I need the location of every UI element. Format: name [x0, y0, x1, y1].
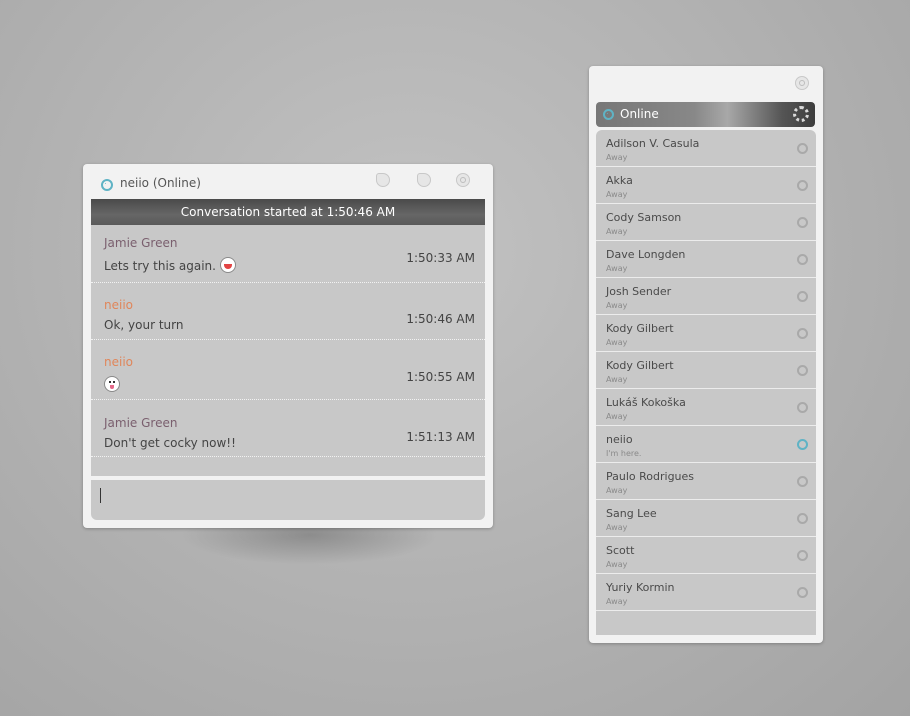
message-sender: neiio [104, 298, 133, 312]
contact-status: Away [606, 227, 628, 236]
message-sender: Jamie Green [104, 236, 178, 250]
contact-name: Scott [606, 544, 635, 557]
message-list: Jamie Green Lets try this again. 1:50:33… [91, 225, 485, 476]
status-indicator-icon [797, 365, 808, 376]
message-text: Don't get cocky now!! [104, 436, 236, 450]
message-sender: Jamie Green [104, 416, 178, 430]
message-input[interactable] [91, 480, 485, 520]
online-status-icon [101, 179, 113, 191]
chat-title: neiio (Online) [120, 176, 201, 190]
contact-status: Away [606, 597, 628, 606]
close-button[interactable] [795, 76, 809, 90]
contact-item[interactable]: Kody Gilbert Away [596, 315, 816, 352]
contact-item[interactable]: Akka Away [596, 167, 816, 204]
status-indicator-icon [797, 476, 808, 487]
contact-item[interactable]: Kody Gilbert Away [596, 352, 816, 389]
status-indicator-icon [797, 328, 808, 339]
message-time: 1:50:33 AM [406, 251, 475, 265]
contact-name: neiio [606, 433, 633, 446]
minimize-button[interactable] [376, 173, 390, 187]
message-item: Jamie Green Lets try this again. 1:50:33… [91, 225, 485, 283]
status-indicator-icon [797, 254, 808, 265]
online-group-header[interactable]: Online [596, 102, 815, 127]
contact-item[interactable]: Paulo Rodrigues Away [596, 463, 816, 500]
status-indicator-icon [797, 587, 808, 598]
contact-name: Adilson V. Casula [606, 137, 700, 150]
tongue-face-icon [104, 376, 120, 392]
contact-status: Away [606, 264, 628, 273]
contact-name: Akka [606, 174, 633, 187]
contact-name: Paulo Rodrigues [606, 470, 695, 483]
message-item: neiio Ok, your turn 1:50:46 AM [91, 283, 485, 340]
contact-name: Kody Gilbert [606, 359, 674, 372]
status-indicator-icon [797, 180, 808, 191]
message-item: Jamie Green Don't get cocky now!! 1:51:1… [91, 400, 485, 457]
status-indicator-icon [797, 513, 808, 524]
contact-status: Away [606, 486, 628, 495]
contact-name: Dave Longden [606, 248, 686, 261]
message-text: Lets try this again. [104, 259, 216, 273]
message-text-container [104, 376, 120, 392]
status-indicator-icon [797, 550, 808, 561]
contact-status: Away [606, 523, 628, 532]
conversation-banner: Conversation started at 1:50:46 AM [91, 199, 485, 225]
contact-name: Josh Sender [606, 285, 672, 298]
message-sender: neiio [104, 355, 133, 369]
status-indicator-icon [797, 439, 808, 450]
status-indicator-icon [797, 217, 808, 228]
online-status-icon [603, 109, 614, 120]
contact-item[interactable]: Adilson V. Casula Away [596, 130, 816, 167]
message-item: neiio 1:50:55 AM [91, 340, 485, 400]
contact-item[interactable]: Sang Lee Away [596, 500, 816, 537]
chat-window: neiio (Online) Conversation started at 1… [83, 164, 493, 528]
status-indicator-icon [797, 143, 808, 154]
contact-status: Away [606, 153, 628, 162]
contacts-window: Online Adilson V. Casula Away Akka Away … [589, 66, 823, 643]
message-time: 1:51:13 AM [406, 430, 475, 444]
message-text-container: Lets try this again. [104, 257, 236, 273]
refresh-icon[interactable] [793, 106, 809, 122]
contact-item[interactable]: Yuriy Kormin Away [596, 574, 816, 611]
contact-status: Away [606, 560, 628, 569]
contact-item[interactable]: neiio I'm here. [596, 426, 816, 463]
contact-name: Kody Gilbert [606, 322, 674, 335]
contact-item[interactable]: Lukáš Kokoška Away [596, 389, 816, 426]
contact-status: Away [606, 375, 628, 384]
laughing-face-icon [219, 257, 236, 273]
contact-name: Yuriy Kormin [606, 581, 675, 594]
contact-list: Adilson V. Casula Away Akka Away Cody Sa… [596, 130, 816, 635]
maximize-button[interactable] [417, 173, 431, 187]
status-indicator-icon [797, 291, 808, 302]
contact-item[interactable]: Scott Away [596, 537, 816, 574]
message-time: 1:50:55 AM [406, 370, 475, 384]
group-label: Online [620, 107, 659, 121]
text-caret [100, 488, 101, 503]
contact-status: I'm here. [606, 449, 642, 458]
contact-item[interactable]: Josh Sender Away [596, 278, 816, 315]
contact-status: Away [606, 301, 628, 310]
chat-title-bar[interactable]: neiio (Online) [83, 164, 493, 200]
contact-status: Away [606, 338, 628, 347]
contact-status: Away [606, 412, 628, 421]
message-time: 1:50:46 AM [406, 312, 475, 326]
close-button[interactable] [456, 173, 470, 187]
message-text: Ok, your turn [104, 318, 184, 332]
contact-name: Lukáš Kokoška [606, 396, 686, 409]
contact-item[interactable]: Cody Samson Away [596, 204, 816, 241]
contact-name: Cody Samson [606, 211, 682, 224]
contact-item[interactable]: Dave Longden Away [596, 241, 816, 278]
status-indicator-icon [797, 402, 808, 413]
contact-name: Sang Lee [606, 507, 657, 520]
contact-status: Away [606, 190, 628, 199]
